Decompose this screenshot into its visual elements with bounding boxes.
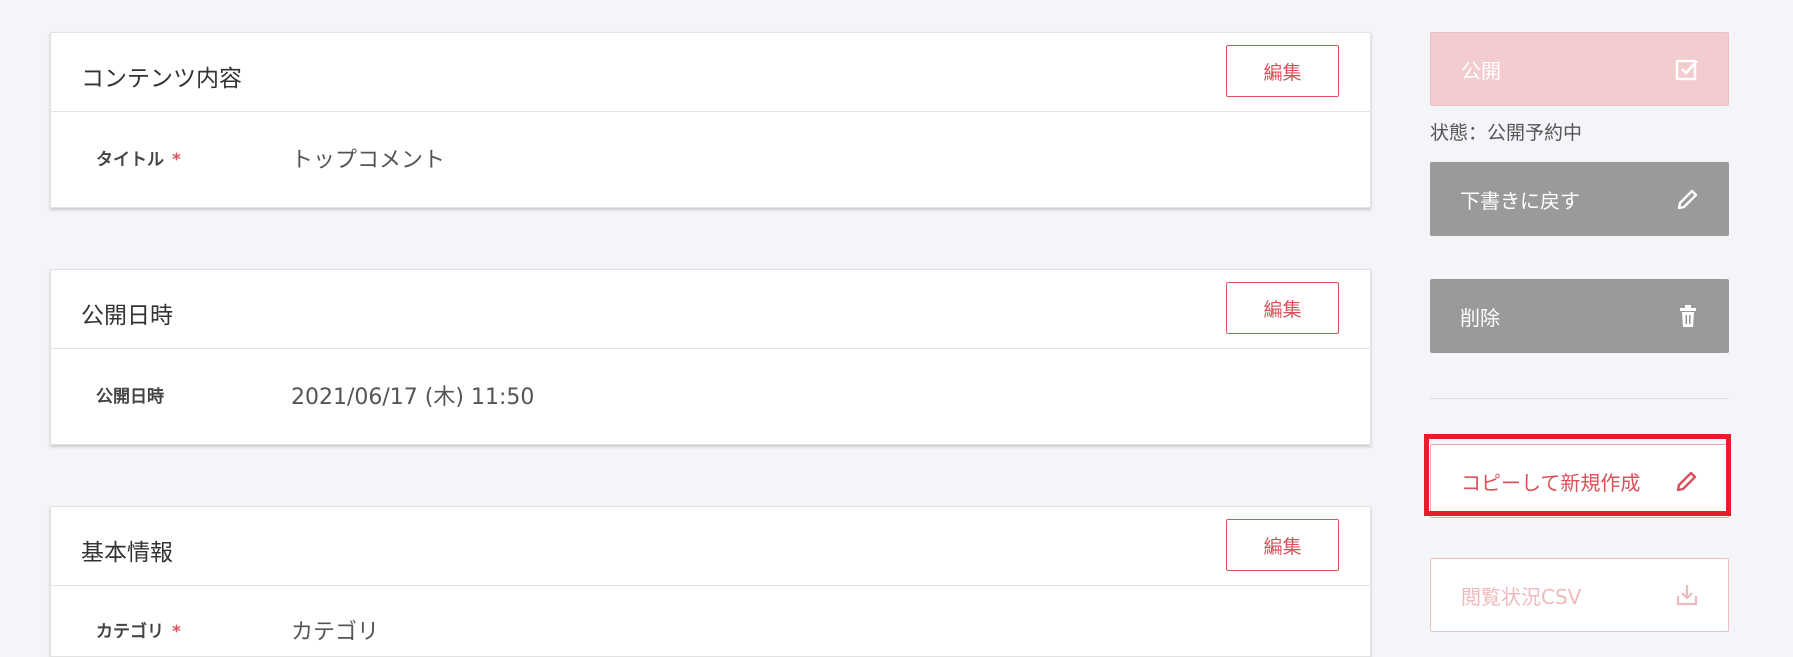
status-text: 状態：公開予約中 [1430,122,1583,144]
card-header: 公開日時 編集 [51,270,1370,349]
csv-label: 閲覧状況CSV [1461,584,1582,609]
publish-button[interactable]: 公開 [1430,32,1729,106]
publish-label: 公開 [1461,58,1501,83]
field-label: タイトル * [96,150,181,170]
content-card: コンテンツ内容 編集 タイトル * トップコメント [50,32,1371,208]
revert-label: 下書きに戻す [1460,188,1580,213]
view-status-csv-button[interactable]: 閲覧状況CSV [1430,558,1729,632]
card-title: 公開日時 [81,303,173,329]
publish-date-card: 公開日時 編集 公開日時 2021/06/17 (木) 11:50 [50,269,1371,445]
pencil-icon [1675,186,1701,212]
required-mark: * [172,622,181,642]
edit-button[interactable]: 編集 [1226,45,1339,97]
card-title: コンテンツ内容 [81,66,242,92]
card-body: タイトル * トップコメント [51,112,1370,207]
card-header: 基本情報 編集 [51,507,1370,586]
copy-label: コピーして新規作成 [1461,470,1641,495]
card-body: 公開日時 2021/06/17 (木) 11:50 [51,349,1370,444]
card-title: 基本情報 [81,540,173,566]
delete-label: 削除 [1460,305,1500,330]
edit-button[interactable]: 編集 [1226,519,1339,571]
field-label: 公開日時 [96,387,164,407]
basic-info-card: 基本情報 編集 カテゴリ * カテゴリ [50,506,1371,657]
field-value: トップコメント [291,148,446,173]
divider [1430,398,1729,399]
card-header: コンテンツ内容 編集 [51,33,1370,112]
download-icon [1674,582,1700,608]
field-value: 2021/06/17 (木) 11:50 [291,385,535,410]
checkbox-icon [1674,56,1700,82]
trash-icon [1675,303,1701,329]
field-label: カテゴリ * [96,622,181,642]
revert-to-draft-button[interactable]: 下書きに戻す [1430,162,1729,236]
field-value: カテゴリ [291,620,380,645]
edit-button[interactable]: 編集 [1226,282,1339,334]
required-mark: * [172,150,181,170]
copy-create-button[interactable]: コピーして新規作成 [1430,444,1729,518]
delete-button[interactable]: 削除 [1430,279,1729,353]
card-body: カテゴリ * カテゴリ [51,586,1370,656]
pencil-icon [1674,468,1700,494]
